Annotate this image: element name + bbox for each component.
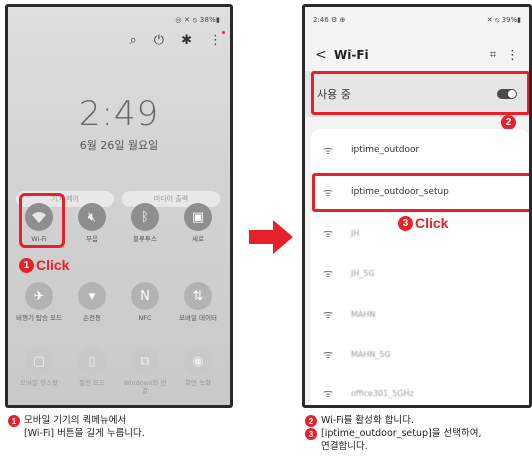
- wifi-header: < Wi-Fi ⌗ ⋮: [315, 45, 519, 65]
- tile-label: 손전등: [83, 314, 101, 322]
- step-number-badge: 3: [398, 215, 413, 231]
- left-phone-screen: ◎ ✕ ⦸ 38%▮ ⌕ ⏻ ✱ ⋮ 2:49 6월 26일 월요일 기기 제어…: [5, 4, 233, 408]
- screen-record-icon: ◉: [184, 347, 212, 375]
- tile-windows-link[interactable]: ⧉ Windows와 연결: [121, 347, 169, 395]
- tile-label: Windows와 연결: [123, 379, 167, 395]
- tile-label: 모바일 데이터: [179, 314, 217, 322]
- click-label: Click: [36, 257, 70, 273]
- back-icon[interactable]: <: [315, 47, 331, 63]
- network-list: ᯤ iptime_outdoor ᯤ iptime_outdoor_setup …: [311, 129, 529, 405]
- mute-icon: 🔇︎: [78, 203, 106, 231]
- network-name: MAHN_5G: [351, 349, 391, 359]
- step-number-badge: 3: [305, 428, 317, 440]
- tile-label: 세로: [192, 235, 204, 243]
- status-left: 2:46 ⚙ ⊕: [313, 16, 346, 24]
- right-phone-screen: 2:46 ⚙ ⊕ ✕ ⦸ 39%▮ < Wi-Fi ⌗ ⋮ 사용 중 2 ᯤ i…: [302, 4, 532, 408]
- tile-label: NFC: [138, 314, 152, 322]
- page-title: Wi-Fi: [334, 48, 369, 62]
- bluetooth-icon: ᛒ: [131, 203, 159, 231]
- click-annotation: 3 Click: [398, 215, 448, 231]
- power-icon[interactable]: ⏻: [154, 34, 164, 48]
- caption-text: Wi-Fi를 활성화 합니다.: [321, 415, 414, 426]
- wifi-lock-icon: ᯤ: [323, 307, 334, 321]
- tile-hotspot[interactable]: ▢ 모바일 핫스팟: [15, 347, 63, 387]
- network-name: JH: [351, 228, 360, 238]
- airplane-icon: ✈: [25, 282, 53, 310]
- tile-airplane[interactable]: ✈ 비행기 탑승 모드: [15, 282, 63, 322]
- click-label: Click: [415, 215, 449, 231]
- qr-scan-icon[interactable]: ⌗: [490, 48, 496, 62]
- arrow-right-icon: [249, 220, 293, 254]
- tile-mute[interactable]: 🔇︎ 무음: [68, 203, 116, 243]
- tile-label: 무음: [86, 235, 98, 243]
- list-item[interactable]: ᯤ MAHN: [323, 307, 375, 321]
- click-annotation: 1 Click: [19, 257, 69, 273]
- network-name: JH_5G: [351, 268, 375, 278]
- tile-label: 블루투스: [133, 235, 157, 243]
- wifi-lock-icon: ᯤ: [323, 347, 334, 361]
- caption-text: 모바일 기기의 퀵메뉴에서: [24, 415, 127, 426]
- wifi-lock-icon: ᯤ: [323, 226, 334, 240]
- tile-battery-saver[interactable]: ▯ 절전 모드: [68, 347, 116, 387]
- more-icon[interactable]: ⋮: [506, 48, 519, 63]
- search-icon[interactable]: ⌕: [130, 34, 137, 48]
- list-item[interactable]: ᯤ JH: [323, 226, 359, 240]
- clock-date: 6월 26일 월요일: [79, 139, 159, 152]
- tile-nfc[interactable]: N NFC: [121, 282, 169, 322]
- setup-network-highlight-box: [312, 173, 529, 212]
- tile-label: 모바일 핫스팟: [20, 379, 58, 387]
- wifi-lock-icon: ᯤ: [323, 386, 334, 400]
- status-bar: 2:46 ⚙ ⊕ ✕ ⦸ 39%▮: [313, 16, 521, 25]
- step-number-badge: 2: [305, 415, 317, 427]
- tile-bluetooth[interactable]: ᛒ 블루투스: [121, 203, 169, 243]
- nfc-icon: N: [131, 282, 159, 310]
- tile-rotation[interactable]: ▣ 세로: [174, 203, 222, 243]
- gear-icon[interactable]: ✱: [181, 34, 192, 48]
- list-item[interactable]: ᯤ iptime_outdoor: [323, 143, 419, 157]
- status-bar: ◎ ✕ ⦸ 38%▮: [175, 16, 220, 24]
- wifi-highlight-box: [19, 193, 65, 248]
- network-name: MAHN: [351, 309, 376, 319]
- caption-text: [Wi-Fi] 버튼을 길게 누릅니다.: [24, 428, 145, 439]
- step-number-badge: 1: [19, 257, 34, 273]
- quick-panel-toolbar: ⌕ ⏻ ✱ ⋮: [130, 31, 225, 48]
- status-right: ✕ ⦸ 39%▮: [486, 16, 521, 24]
- hotspot-icon: ▢: [25, 347, 53, 375]
- list-item[interactable]: ᯤ MAHN_5G: [323, 347, 391, 361]
- tile-label: 절전 모드: [79, 379, 105, 387]
- tile-label: 비행기 탑승 모드: [16, 314, 62, 322]
- windows-link-icon: ⧉: [131, 347, 159, 375]
- caption-left: 1 모바일 기기의 퀵메뉴에서 [Wi-Fi] 버튼을 길게 누릅니다.: [8, 414, 145, 440]
- caption-right: 2 Wi-Fi를 활성화 합니다. 3 [iptime_outdoor_setu…: [305, 414, 481, 453]
- flashlight-icon: ▾: [78, 282, 106, 310]
- tile-screen-record[interactable]: ◉ 화면 녹화: [174, 347, 222, 387]
- wifi-lock-icon: ᯤ: [323, 266, 334, 280]
- caption-text: 연결합니다.: [321, 441, 368, 452]
- in-use-highlight-box: [311, 71, 529, 115]
- more-icon[interactable]: ⋮: [209, 31, 225, 48]
- battery-saver-icon: ▯: [78, 347, 106, 375]
- list-item[interactable]: ᯤ JH_5G: [323, 266, 375, 280]
- clock-time: 2:49: [78, 94, 160, 134]
- tile-label: 화면 녹화: [185, 379, 211, 387]
- step-number-badge: 1: [8, 415, 20, 427]
- list-item[interactable]: ᯤ office301_5GHz: [323, 386, 414, 400]
- mobile-data-icon: ⇅: [184, 282, 212, 310]
- wifi-icon: ᯤ: [323, 143, 334, 157]
- step-number-badge: 2: [501, 115, 516, 130]
- rotation-lock-icon: ▣: [184, 203, 212, 231]
- network-name: iptime_outdoor: [351, 145, 420, 155]
- caption-text: [iptime_outdoor_setup]을 선택하여,: [321, 428, 482, 439]
- network-name: office301_5GHz: [351, 388, 414, 398]
- tile-mobile-data[interactable]: ⇅ 모바일 데이터: [174, 282, 222, 322]
- tile-flashlight[interactable]: ▾ 손전등: [68, 282, 116, 322]
